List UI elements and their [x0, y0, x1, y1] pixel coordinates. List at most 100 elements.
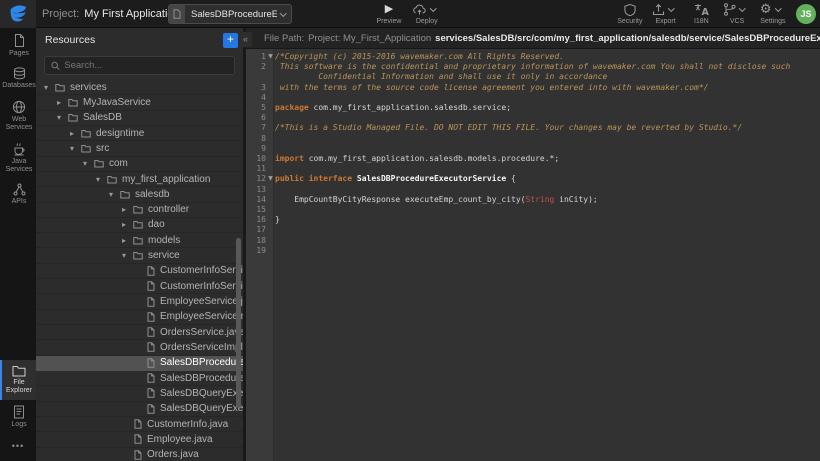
code-line[interactable]: 13: [246, 185, 820, 195]
code-line[interactable]: 2 This software is the confidential and …: [246, 62, 820, 82]
code-line[interactable]: 16}: [246, 215, 820, 225]
tree-item[interactable]: ▾com: [36, 157, 243, 172]
search-input[interactable]: [64, 60, 228, 71]
user-avatar[interactable]: JS: [796, 4, 816, 24]
collapse-arrow-icon[interactable]: ▾: [57, 113, 68, 122]
line-number: 5: [246, 103, 266, 113]
tree-item[interactable]: CustomerInfoServiceImpl.java: [36, 279, 243, 294]
tree-item[interactable]: ▸dao: [36, 218, 243, 233]
tree-item[interactable]: ▾src: [36, 141, 243, 156]
code-line[interactable]: 18: [246, 236, 820, 246]
rail-item-apis[interactable]: APIs: [0, 178, 36, 210]
collapse-arrow-icon[interactable]: ▾: [96, 175, 107, 184]
deploy-button[interactable]: Deploy: [412, 2, 442, 25]
tree-item[interactable]: ▾ services: [36, 80, 243, 95]
tree-item-label: services: [70, 82, 107, 93]
tree-scrollbar[interactable]: [236, 238, 241, 408]
collapse-arrow-icon[interactable]: ▾: [70, 144, 81, 153]
settings-button[interactable]: ⚙ Settings: [760, 2, 786, 25]
code-line[interactable]: 14 EmpCountByCityResponse executeEmp_cou…: [246, 195, 820, 205]
fold-gutter-space: [266, 144, 275, 154]
rail-item-databases[interactable]: Databases: [0, 62, 36, 94]
tree-item[interactable]: Employee.java: [36, 432, 243, 447]
tree-item[interactable]: OrdersService.java: [36, 325, 243, 340]
tree-item-label: CustomerInfoServiceImpl.java: [160, 281, 243, 292]
tree-item[interactable]: SalesDBProcedureExecutorServiceImpl.java: [36, 371, 243, 386]
panel-collapse-button[interactable]: «: [239, 32, 252, 47]
expand-arrow-icon[interactable]: ▸: [122, 236, 133, 245]
expand-arrow-icon[interactable]: ▸: [122, 220, 133, 229]
security-button[interactable]: Security: [617, 2, 643, 25]
code-line[interactable]: 1▼/*Copyright (c) 2015-2016 wavemaker.co…: [246, 52, 820, 62]
code-line[interactable]: 8: [246, 134, 820, 144]
code-line[interactable]: 19: [246, 246, 820, 256]
tree-item[interactable]: CustomerInfo.java: [36, 417, 243, 432]
code-line[interactable]: 5package com.my_first_application.salesd…: [246, 103, 820, 113]
tree-item[interactable]: OrdersServiceImpl.java: [36, 340, 243, 355]
deploy-chevron-icon: [430, 5, 436, 11]
export-button[interactable]: Export: [652, 2, 680, 25]
expand-arrow-icon[interactable]: ▸: [57, 98, 68, 107]
collapse-arrow-icon[interactable]: ▾: [44, 83, 55, 92]
expand-arrow-icon[interactable]: ▸: [70, 129, 81, 138]
rail-item-java-services[interactable]: Java Services: [0, 137, 36, 179]
open-file-tab[interactable]: SalesDBProcedureE...: [168, 4, 292, 24]
expand-arrow-icon[interactable]: ▸: [122, 205, 133, 214]
tree-item[interactable]: ▸models: [36, 233, 243, 248]
fold-gutter-space: [266, 113, 275, 123]
line-number: 7: [246, 123, 266, 133]
tree-item-label: SalesDBQueryExecutorService.java: [160, 388, 243, 399]
rail-item-label: Pages: [9, 50, 29, 58]
rail-item-web-services[interactable]: Web Services: [0, 95, 36, 137]
tree-item[interactable]: ▾service: [36, 248, 243, 263]
tree-item[interactable]: SalesDBQueryExecutorService.java: [36, 386, 243, 401]
tree-item-label: SalesDBProcedureExecutorServiceImpl.java: [160, 373, 243, 384]
tree-item-label: designtime: [96, 128, 144, 139]
i18n-button[interactable]: A I18N: [688, 2, 714, 25]
code-line[interactable]: 4: [246, 93, 820, 103]
code-area[interactable]: 1▼/*Copyright (c) 2015-2016 wavemaker.co…: [246, 49, 820, 461]
tree-item[interactable]: SalesDBProcedureExecutorService.java: [36, 356, 243, 371]
tree-item[interactable]: EmployeeServiceImpl.java: [36, 310, 243, 325]
tree-item[interactable]: SalesDBQueryExecutorServiceImpl.java: [36, 402, 243, 417]
tree-item-label: OrdersServiceImpl.java: [160, 342, 243, 353]
code-line[interactable]: 11: [246, 164, 820, 174]
rail-item-logs[interactable]: Logs: [0, 400, 36, 433]
collapse-arrow-icon[interactable]: ▾: [109, 190, 120, 199]
code-line[interactable]: 10import com.my_first_application.salesd…: [246, 154, 820, 164]
rail-item-file-explorer[interactable]: File Explorer: [0, 360, 36, 400]
wavemaker-logo[interactable]: [0, 0, 36, 28]
vcs-button[interactable]: VCS: [723, 2, 751, 25]
tree-item[interactable]: ▾my_first_application: [36, 172, 243, 187]
tree-item[interactable]: EmployeeService.java: [36, 294, 243, 309]
file-icon: [134, 450, 142, 460]
tree-item[interactable]: ▸MyJavaService: [36, 95, 243, 110]
add-resource-button[interactable]: +: [223, 33, 238, 48]
code-line[interactable]: 17: [246, 225, 820, 235]
svg-text:A: A: [701, 7, 709, 16]
tree-item[interactable]: ▾salesdb: [36, 187, 243, 202]
vcs-label: VCS: [730, 18, 744, 25]
tree-item[interactable]: ▸ designtime: [36, 126, 243, 141]
code-line[interactable]: 15: [246, 205, 820, 215]
tree-item[interactable]: CustomerInfoService.java: [36, 264, 243, 279]
fold-gutter-space: [266, 225, 275, 235]
code-line[interactable]: 12▼public interface SalesDBProcedureExec…: [246, 174, 820, 184]
rail-more-button[interactable]: •••: [0, 433, 36, 461]
file-icon: [147, 266, 155, 276]
code-line[interactable]: 3 with the terms of the source code lice…: [246, 83, 820, 93]
code-line[interactable]: 6: [246, 113, 820, 123]
preview-button[interactable]: ▶ Preview: [376, 2, 402, 25]
rail-item-pages[interactable]: Pages: [0, 28, 36, 62]
tree-item[interactable]: Orders.java: [36, 448, 243, 461]
code-fold-arrow-icon[interactable]: ▼: [266, 174, 275, 184]
collapse-arrow-icon[interactable]: ▾: [83, 159, 94, 168]
code-fold-arrow-icon[interactable]: ▼: [266, 52, 275, 62]
tree-item[interactable]: ▸controller: [36, 203, 243, 218]
code-line[interactable]: 7 /*This is a Studio Managed File. DO NOT…: [246, 123, 820, 133]
resources-searchbox[interactable]: [44, 56, 235, 75]
code-line-text: /*This is a Studio Managed File. DO NOT …: [275, 123, 742, 133]
collapse-arrow-icon[interactable]: ▾: [122, 251, 133, 260]
tree-item[interactable]: ▾SalesDB: [36, 111, 243, 126]
code-line[interactable]: 9: [246, 144, 820, 154]
